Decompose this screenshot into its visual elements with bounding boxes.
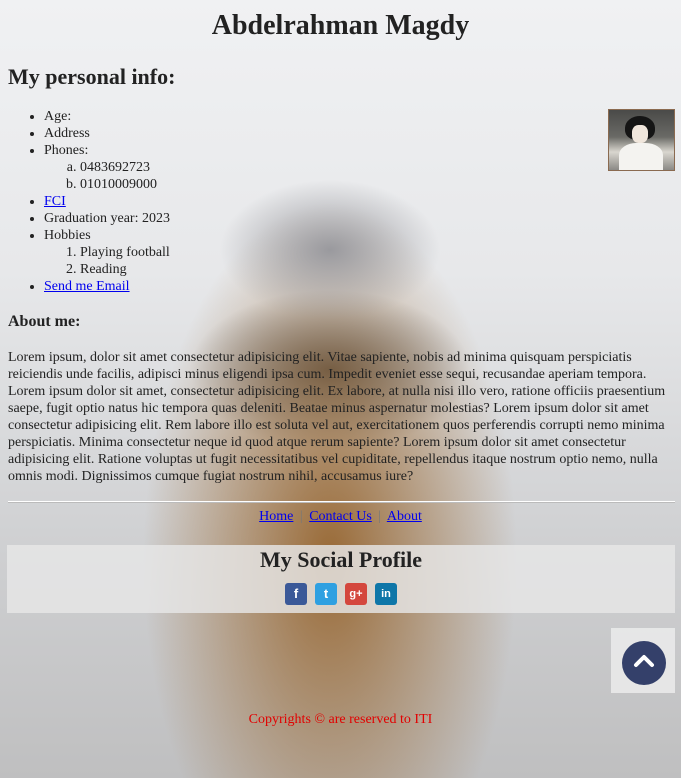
phones-label: Phones:	[44, 143, 89, 158]
page-title: Abdelrahman Magdy	[211, 10, 470, 41]
back-to-top-button[interactable]	[611, 628, 675, 693]
chevron-up-icon	[634, 655, 654, 667]
hobbies-item: Hobbies Playing football Reading	[44, 227, 170, 278]
phones-item: Phones: 0483692723 01010009000	[44, 142, 170, 193]
phones-list: 0483692723 01010009000	[44, 159, 170, 193]
copyright-text: Copyrights © are reserved to ITI	[248, 712, 433, 727]
hobby-item: Playing football	[80, 244, 170, 261]
nav-contact-link[interactable]: Contact Us	[309, 509, 372, 524]
avatar	[608, 109, 675, 171]
footer-nav: Home | Contact Us | About	[0, 509, 681, 525]
personal-info-heading: My personal info:	[8, 64, 176, 89]
facebook-icon[interactable]: f	[285, 583, 307, 605]
social-icons: f t g+ in	[7, 583, 675, 605]
about-heading: About me:	[8, 313, 81, 330]
linkedin-icon[interactable]: in	[375, 583, 397, 605]
social-heading: My Social Profile	[259, 547, 423, 572]
graduation-item: Graduation year: 2023	[44, 210, 170, 227]
phone-number: 01010009000	[80, 176, 170, 193]
address-item: Address	[44, 125, 170, 142]
nav-home-link[interactable]: Home	[259, 509, 293, 524]
email-item: Send me Email	[44, 278, 170, 295]
nav-separator: |	[378, 509, 382, 524]
age-item: Age:	[44, 108, 170, 125]
google-plus-icon[interactable]: g+	[345, 583, 367, 605]
personal-info-list: Age: Address Phones: 0483692723 01010009…	[8, 108, 170, 295]
twitter-icon[interactable]: t	[315, 583, 337, 605]
hobbies-list: Playing football Reading	[44, 244, 170, 278]
nav-separator: |	[299, 509, 303, 524]
hobbies-label: Hobbies	[44, 228, 91, 243]
phone-number: 0483692723	[80, 159, 170, 176]
nav-about-link[interactable]: About	[387, 509, 422, 524]
divider	[8, 501, 675, 503]
about-paragraph: Lorem ipsum, dolor sit amet consectetur …	[8, 350, 666, 484]
social-profile-section: My Social Profile f t g+ in	[7, 545, 675, 613]
hobby-item: Reading	[80, 261, 170, 278]
fci-link[interactable]: FCI	[44, 194, 66, 209]
fci-item: FCI	[44, 193, 170, 210]
send-email-link[interactable]: Send me Email	[44, 279, 130, 294]
